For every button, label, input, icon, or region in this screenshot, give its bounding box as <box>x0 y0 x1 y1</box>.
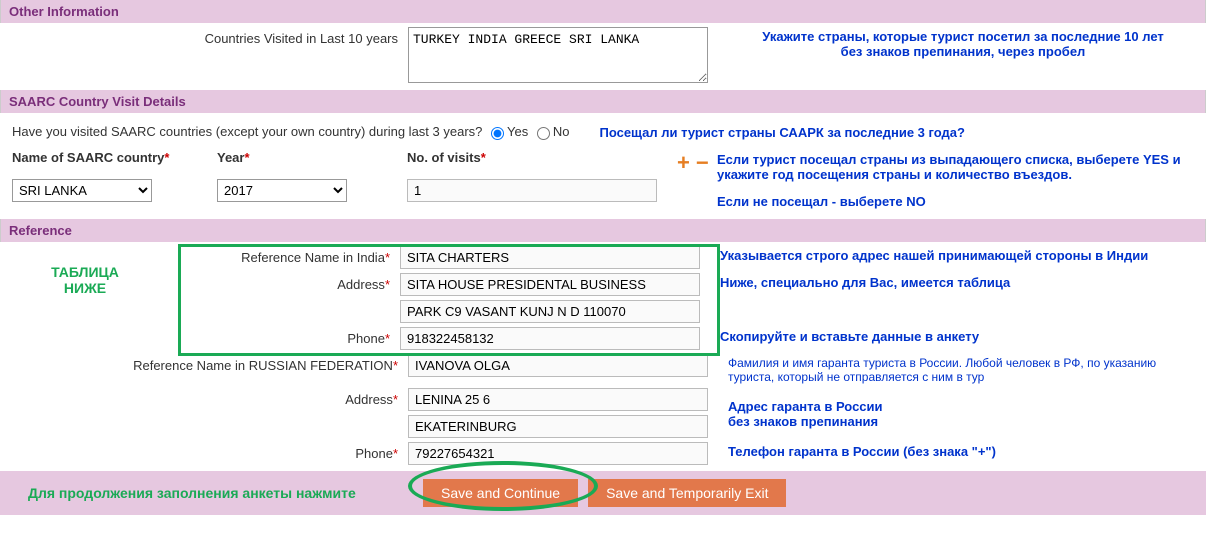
saarc-question-hint: Посещал ли турист страны СААРК за послед… <box>569 123 1198 140</box>
countries-hint-2: без знаков препинания, через пробел <box>728 44 1198 59</box>
countries-visited-input[interactable]: TURKEY INDIA GREECE SRI LANKA <box>408 27 708 83</box>
saarc-hint-3: Если не посещал - выберете NO <box>717 194 1198 209</box>
ref-ru-addr-hint-2: без знаков препинания <box>728 414 1198 429</box>
save-continue-button[interactable]: Save and Continue <box>423 479 578 507</box>
saarc-visits-input[interactable] <box>407 179 657 202</box>
saarc-country-label: Name of SAARC country <box>12 150 164 165</box>
reference-header: Reference <box>0 219 1206 242</box>
ref-ru-phone-input[interactable] <box>408 442 708 465</box>
countries-visited-label: Countries Visited in Last 10 years <box>8 27 408 46</box>
saarc-hint-1: Если турист посещал страны из выпадающег… <box>717 152 1198 167</box>
saarc-yes-label: Yes <box>507 124 528 139</box>
saarc-visits-label: No. of visits <box>407 150 481 165</box>
ref-india-name-label: Reference Name in India <box>241 250 385 265</box>
ref-india-name-input[interactable] <box>400 246 700 269</box>
ref-ru-address-1-input[interactable] <box>408 388 708 411</box>
ref-india-address-2-input[interactable] <box>400 300 700 323</box>
ref-india-address-1-input[interactable] <box>400 273 700 296</box>
saarc-country-select[interactable]: SRI LANKA <box>12 179 152 202</box>
ref-ru-address-2-input[interactable] <box>408 415 708 438</box>
tablica-note: ТАБЛИЦА НИЖЕ <box>0 242 170 354</box>
ref-india-phone-input[interactable] <box>400 327 700 350</box>
ref-ru-phone-label: Phone <box>355 446 393 461</box>
ref-ru-address-label: Address <box>345 392 393 407</box>
ref-ru-name-input[interactable] <box>408 354 708 377</box>
ref-ru-phone-hint: Телефон гаранта в России (без знака "+") <box>718 442 1198 459</box>
ref-india-hint-2: Ниже, специально для Вас, имеется таблиц… <box>710 273 1198 290</box>
countries-hint-1: Укажите страны, которые турист посетил з… <box>728 29 1198 44</box>
saarc-yes-radio[interactable] <box>491 127 504 140</box>
saarc-hint-2: укажите год посещения страны и количеств… <box>717 167 1198 182</box>
ref-ru-name-hint: Фамилия и имя гаранта туриста в России. … <box>718 354 1198 384</box>
save-exit-button[interactable]: Save and Temporarily Exit <box>588 479 786 507</box>
ref-ru-addr-hint-1: Адрес гаранта в России <box>728 399 1198 414</box>
footer-hint: Для продолжения заполнения анкеты нажмит… <box>8 485 423 501</box>
ref-ru-name-label: Reference Name in RUSSIAN FEDERATION <box>133 358 393 373</box>
saarc-year-label: Year <box>217 150 244 165</box>
ref-india-address-label: Address <box>337 277 385 292</box>
saarc-no-label: No <box>553 124 570 139</box>
saarc-question: Have you visited SAARC countries (except… <box>12 124 482 139</box>
other-info-header: Other Information <box>0 0 1206 23</box>
saarc-remove-icon[interactable]: − <box>696 150 709 175</box>
saarc-no-radio[interactable] <box>537 127 550 140</box>
saarc-header: SAARC Country Visit Details <box>0 90 1206 113</box>
ref-india-hint-1: Указывается строго адрес нашей принимающ… <box>710 246 1198 263</box>
ref-india-phone-label: Phone <box>347 331 385 346</box>
ref-india-hint-3: Скопируйте и вставьте данные в анкету <box>710 327 1198 344</box>
saarc-year-select[interactable]: 2017 <box>217 179 347 202</box>
saarc-add-icon[interactable]: + <box>677 150 690 175</box>
